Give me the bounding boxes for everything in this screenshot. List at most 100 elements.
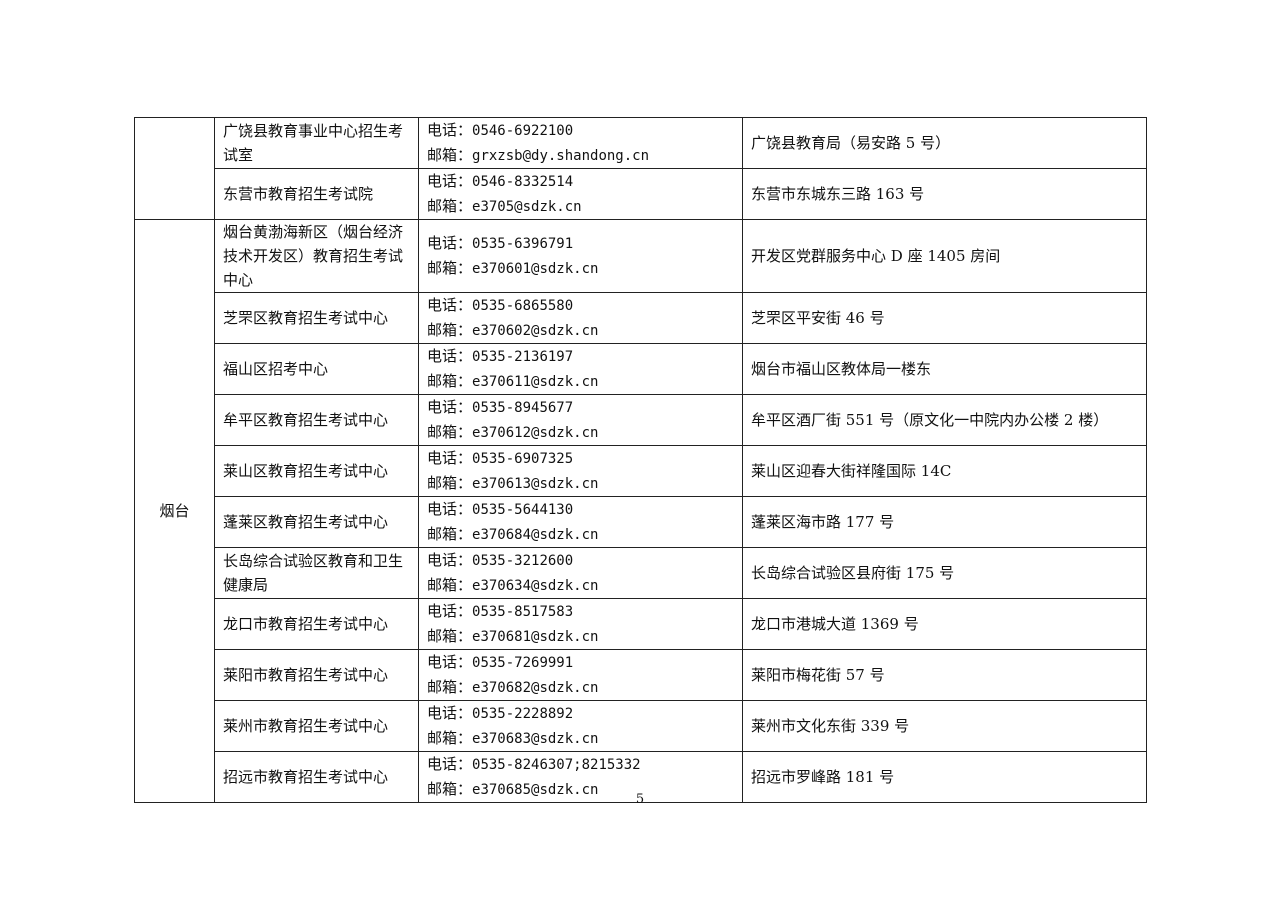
email-line: 邮箱：e370613@sdzk.cn bbox=[427, 471, 734, 496]
email-line: 邮箱：e3705@sdzk.cn bbox=[427, 194, 734, 219]
phone-label: 电话： bbox=[427, 551, 473, 569]
phone-value: 0535-8945677 bbox=[472, 400, 574, 416]
table-row: 东营市教育招生考试院 电话：0546-8332514 邮箱：e3705@sdzk… bbox=[135, 168, 1147, 220]
phone-value: 0546-6922100 bbox=[472, 123, 574, 139]
contact-cell: 电话：0535-2136197 邮箱：e370611@sdzk.cn bbox=[418, 343, 743, 395]
phone-label: 电话： bbox=[427, 296, 473, 314]
table-row: 福山区招考中心 电话：0535-2136197 邮箱：e370611@sdzk.… bbox=[135, 343, 1147, 395]
address-cell: 莱州市文化东街 339 号 bbox=[742, 700, 1147, 752]
phone-value: 0535-7269991 bbox=[472, 655, 574, 671]
email-line: 邮箱：e370684@sdzk.cn bbox=[427, 522, 734, 547]
address-cell: 芝罘区平安街 46 号 bbox=[742, 292, 1147, 344]
phone-value: 0535-6907325 bbox=[472, 451, 574, 467]
org-cell: 广饶县教育事业中心招生考试室 bbox=[214, 117, 419, 169]
org-cell: 蓬莱区教育招生考试中心 bbox=[214, 496, 419, 548]
contact-cell: 电话：0546-6922100 邮箱：grxzsb@dy.shandong.cn bbox=[418, 117, 743, 169]
email-value: e370601@sdzk.cn bbox=[472, 261, 599, 277]
email-label: 邮箱： bbox=[427, 372, 473, 390]
contact-cell: 电话：0535-6865580 邮箱：e370602@sdzk.cn bbox=[418, 292, 743, 344]
address-cell: 莱山区迎春大街祥隆国际 14C bbox=[742, 445, 1147, 497]
table-row: 莱州市教育招生考试中心 电话：0535-2228892 邮箱：e370683@s… bbox=[135, 700, 1147, 752]
email-value: e370681@sdzk.cn bbox=[472, 629, 599, 645]
email-value: e370684@sdzk.cn bbox=[472, 527, 599, 543]
org-cell: 莱州市教育招生考试中心 bbox=[214, 700, 419, 752]
address-cell: 莱阳市梅花街 57 号 bbox=[742, 649, 1147, 701]
phone-line: 电话：0535-6907325 bbox=[427, 447, 734, 472]
email-value: e370683@sdzk.cn bbox=[472, 731, 599, 747]
phone-label: 电话： bbox=[427, 121, 473, 139]
phone-line: 电话：0535-2136197 bbox=[427, 345, 734, 370]
email-value: grxzsb@dy.shandong.cn bbox=[472, 148, 650, 164]
address-cell: 蓬莱区海市路 177 号 bbox=[742, 496, 1147, 548]
email-value: e370634@sdzk.cn bbox=[472, 578, 599, 594]
table-row: 广饶县教育事业中心招生考试室 电话：0546-6922100 邮箱：grxzsb… bbox=[134, 117, 1147, 220]
phone-line: 电话：0535-8246307;8215332 bbox=[427, 753, 734, 778]
email-value: e370682@sdzk.cn bbox=[472, 680, 599, 696]
email-label: 邮箱： bbox=[427, 474, 473, 492]
city-cell bbox=[134, 117, 215, 220]
table-row: 蓬莱区教育招生考试中心 电话：0535-5644130 邮箱：e370684@s… bbox=[135, 496, 1147, 548]
address-cell: 龙口市港城大道 1369 号 bbox=[742, 598, 1147, 650]
address-cell: 东营市东城东三路 163 号 bbox=[742, 168, 1147, 220]
phone-line: 电话：0535-7269991 bbox=[427, 651, 734, 676]
org-cell: 烟台黄渤海新区（烟台经济技术开发区）教育招生考试中心 bbox=[214, 219, 419, 293]
phone-value: 0535-2228892 bbox=[472, 706, 574, 722]
contact-cell: 电话：0535-8517583 邮箱：e370681@sdzk.cn bbox=[418, 598, 743, 650]
email-label: 邮箱： bbox=[427, 197, 473, 215]
contact-cell: 电话：0535-2228892 邮箱：e370683@sdzk.cn bbox=[418, 700, 743, 752]
org-cell: 莱阳市教育招生考试中心 bbox=[214, 649, 419, 701]
email-line: 邮箱：e370612@sdzk.cn bbox=[427, 420, 734, 445]
table-row: 烟台 烟台黄渤海新区（烟台经济技术开发区）教育招生考试中心 电话：0535-63… bbox=[134, 219, 1147, 803]
email-value: e370602@sdzk.cn bbox=[472, 323, 599, 339]
table-row: 莱山区教育招生考试中心 电话：0535-6907325 邮箱：e370613@s… bbox=[135, 445, 1147, 497]
email-label: 邮箱： bbox=[427, 321, 473, 339]
table-row: 长岛综合试验区教育和卫生健康局 电话：0535-3212600 邮箱：e3706… bbox=[135, 547, 1147, 599]
phone-label: 电话： bbox=[427, 449, 473, 467]
phone-label: 电话： bbox=[427, 500, 473, 518]
email-label: 邮箱： bbox=[427, 525, 473, 543]
contact-cell: 电话：0535-3212600 邮箱：e370634@sdzk.cn bbox=[418, 547, 743, 599]
org-cell: 牟平区教育招生考试中心 bbox=[214, 394, 419, 446]
email-value: e370612@sdzk.cn bbox=[472, 425, 599, 441]
email-line: 邮箱：grxzsb@dy.shandong.cn bbox=[427, 143, 734, 168]
email-value: e370613@sdzk.cn bbox=[472, 476, 599, 492]
contact-cell: 电话：0535-6907325 邮箱：e370613@sdzk.cn bbox=[418, 445, 743, 497]
table-row: 龙口市教育招生考试中心 电话：0535-8517583 邮箱：e370681@s… bbox=[135, 598, 1147, 650]
phone-line: 电话：0546-6922100 bbox=[427, 119, 734, 144]
email-line: 邮箱：e370601@sdzk.cn bbox=[427, 256, 734, 281]
contacts-table-body: 广饶县教育事业中心招生考试室 电话：0546-6922100 邮箱：grxzsb… bbox=[134, 117, 1147, 803]
phone-label: 电话： bbox=[427, 347, 473, 365]
contact-cell: 电话：0535-7269991 邮箱：e370682@sdzk.cn bbox=[418, 649, 743, 701]
phone-value: 0535-6396791 bbox=[472, 236, 574, 252]
org-cell: 东营市教育招生考试院 bbox=[214, 168, 419, 220]
email-label: 邮箱： bbox=[427, 146, 473, 164]
table-row: 芝罘区教育招生考试中心 电话：0535-6865580 邮箱：e370602@s… bbox=[135, 292, 1147, 344]
email-label: 邮箱： bbox=[427, 729, 473, 747]
phone-label: 电话： bbox=[427, 234, 473, 252]
phone-label: 电话： bbox=[427, 602, 473, 620]
email-label: 邮箱： bbox=[427, 627, 473, 645]
phone-line: 电话：0546-8332514 bbox=[427, 170, 734, 195]
org-cell: 长岛综合试验区教育和卫生健康局 bbox=[214, 547, 419, 599]
phone-value: 0535-8517583 bbox=[472, 604, 574, 620]
phone-value: 0535-2136197 bbox=[472, 349, 574, 365]
address-cell: 开发区党群服务中心 D 座 1405 房间 bbox=[742, 219, 1147, 293]
phone-line: 电话：0535-3212600 bbox=[427, 549, 734, 574]
table-row: 莱阳市教育招生考试中心 电话：0535-7269991 邮箱：e370682@s… bbox=[135, 649, 1147, 701]
contacts-table: 广饶县教育事业中心招生考试室 电话：0546-6922100 邮箱：grxzsb… bbox=[134, 117, 1147, 803]
email-label: 邮箱： bbox=[427, 423, 473, 441]
phone-value: 0535-8246307;8215332 bbox=[472, 757, 641, 773]
phone-value: 0535-6865580 bbox=[472, 298, 574, 314]
address-cell: 广饶县教育局（易安路 5 号） bbox=[742, 117, 1147, 169]
contact-cell: 电话：0535-6396791 邮箱：e370601@sdzk.cn bbox=[418, 219, 743, 293]
phone-line: 电话：0535-8945677 bbox=[427, 396, 734, 421]
email-line: 邮箱：e370611@sdzk.cn bbox=[427, 369, 734, 394]
phone-line: 电话：0535-8517583 bbox=[427, 600, 734, 625]
phone-label: 电话： bbox=[427, 172, 473, 190]
email-value: e370611@sdzk.cn bbox=[472, 374, 599, 390]
org-cell: 芝罘区教育招生考试中心 bbox=[214, 292, 419, 344]
org-cell: 福山区招考中心 bbox=[214, 343, 419, 395]
phone-label: 电话： bbox=[427, 704, 473, 722]
contact-cell: 电话：0535-8945677 邮箱：e370612@sdzk.cn bbox=[418, 394, 743, 446]
address-cell: 烟台市福山区教体局一楼东 bbox=[742, 343, 1147, 395]
